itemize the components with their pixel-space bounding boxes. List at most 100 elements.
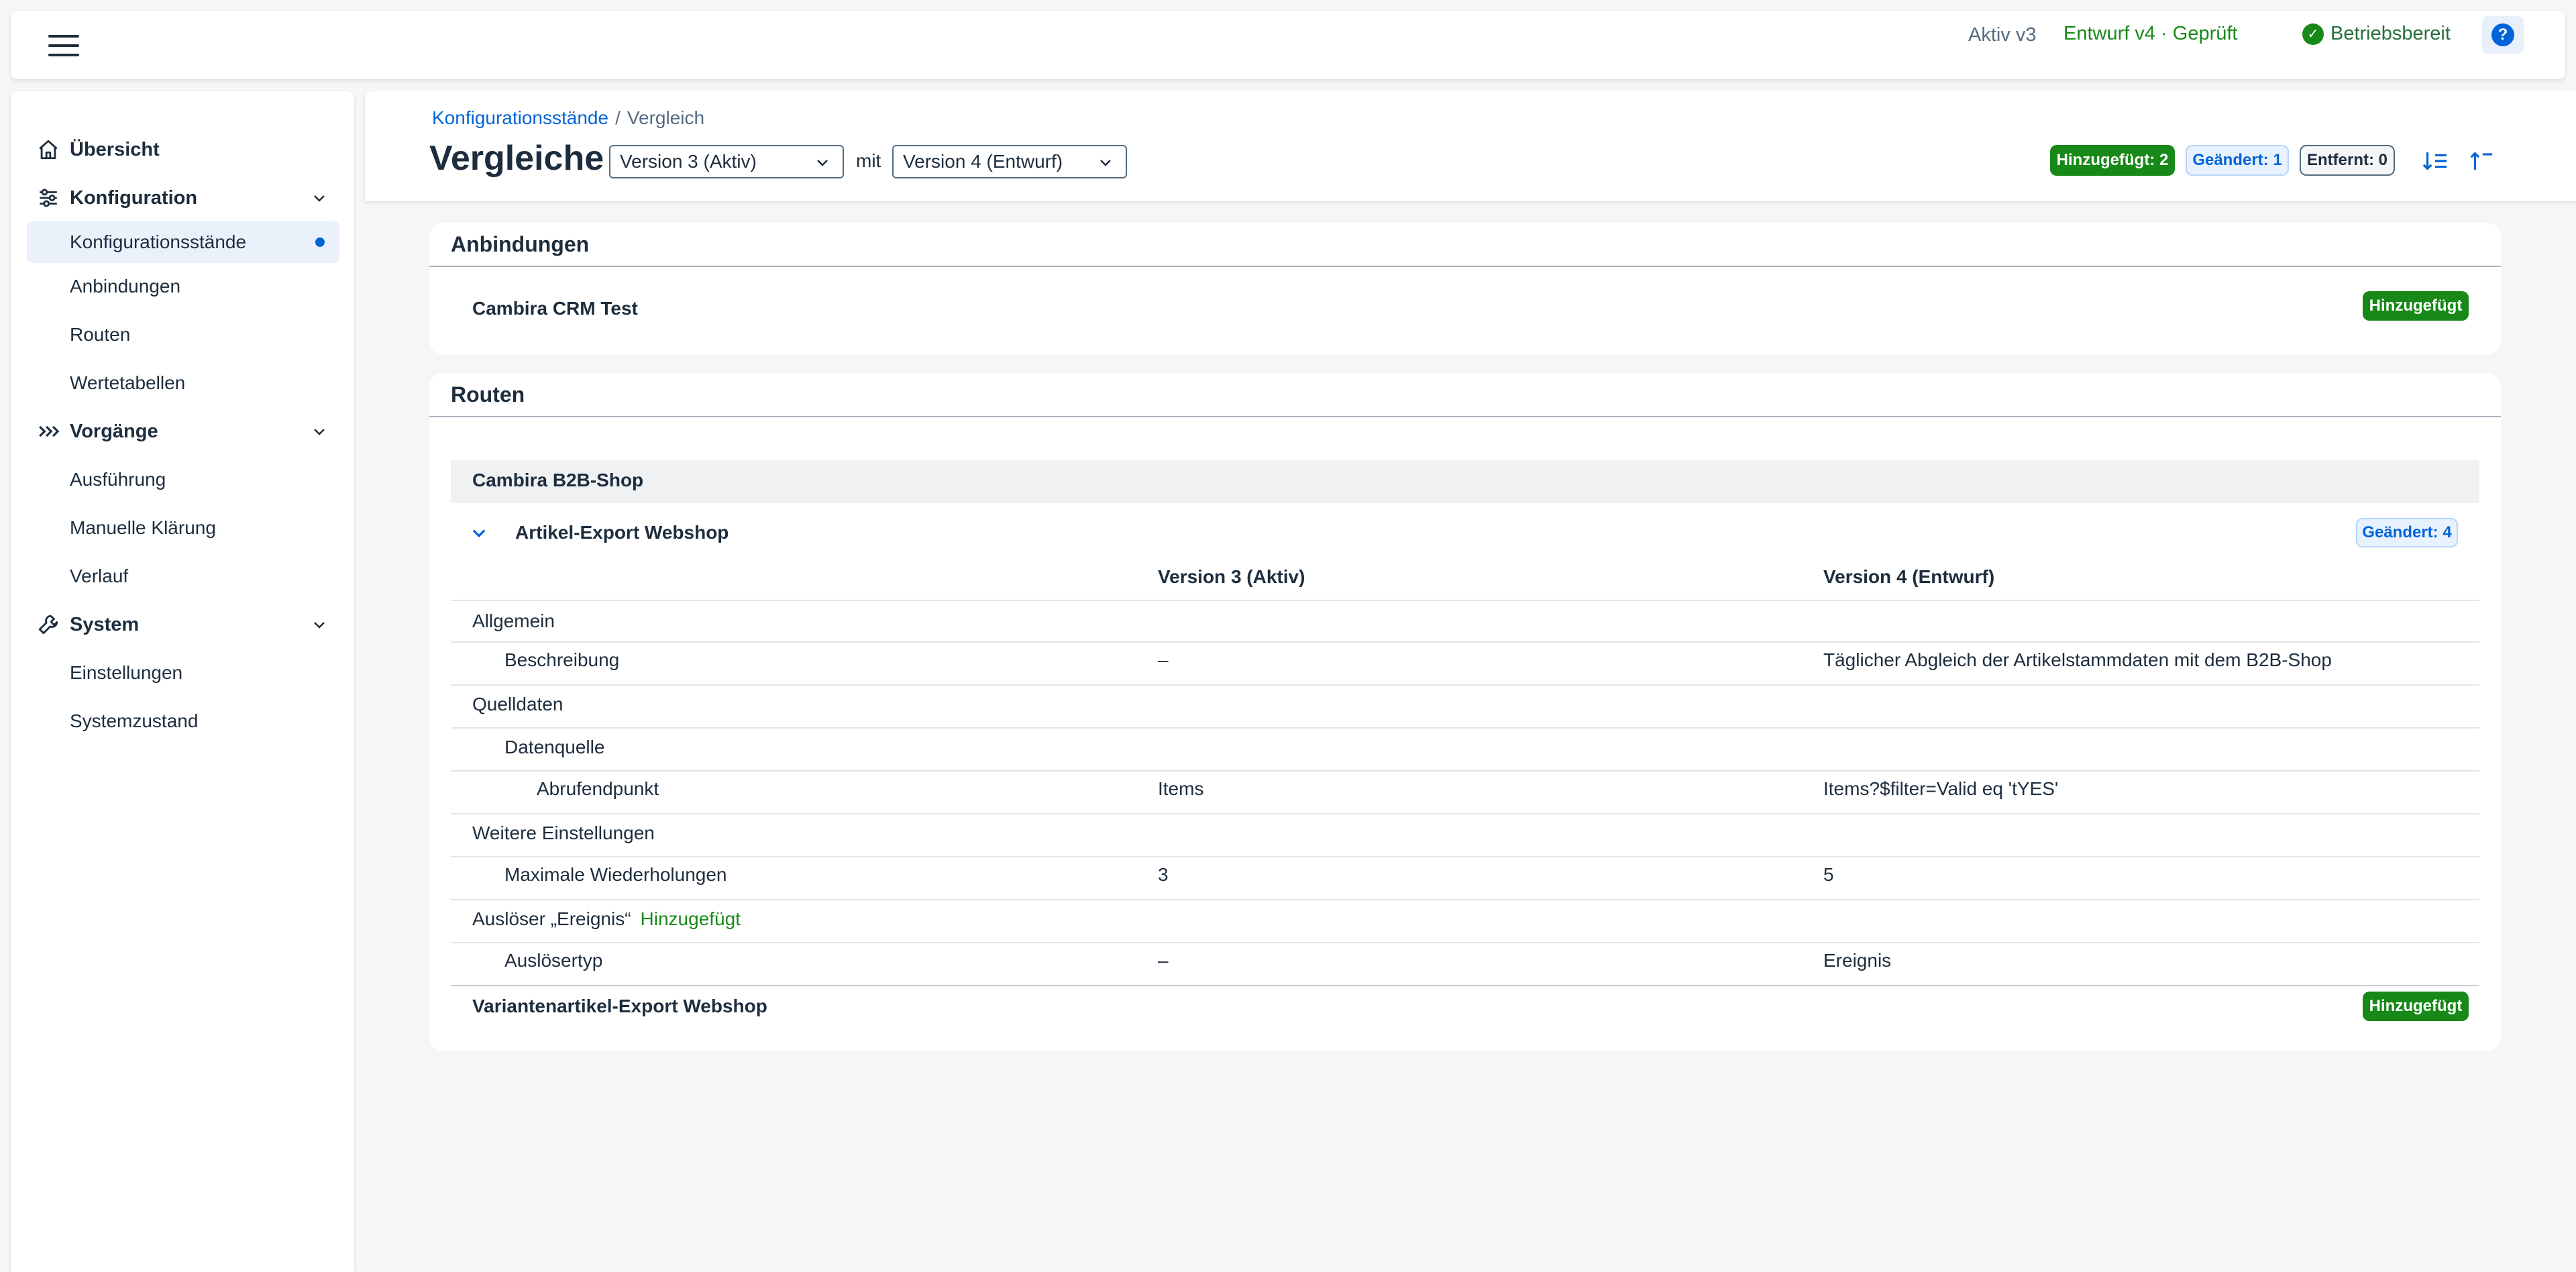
field-row-label: Auslösertyp — [504, 950, 603, 971]
field-row-v3: – — [1158, 950, 1169, 971]
chevron-down-icon — [1100, 160, 1111, 166]
collapse-all-icon[interactable] — [2467, 149, 2494, 173]
sidebar-item-label: Konfiguration — [70, 187, 198, 209]
sidebar-item-vorgaenge[interactable]: Vorgänge — [11, 415, 354, 448]
sidebar-item-label: Anbindungen — [70, 276, 181, 297]
sidebar-item-wertetabellen[interactable]: Wertetabellen — [11, 366, 354, 400]
version-to-select[interactable]: Version 4 (Entwurf) — [892, 145, 1127, 178]
chevron-down-icon[interactable] — [311, 190, 327, 206]
expand-all-icon[interactable] — [2422, 149, 2449, 173]
sidebar-item-einstellungen[interactable]: Einstellungen — [11, 656, 354, 690]
added-count-badge[interactable]: Hinzugefügt: 2 — [2050, 145, 2175, 176]
version-from-select[interactable]: Version 3 (Aktiv) — [609, 145, 844, 178]
help-button[interactable]: ? — [2482, 16, 2524, 54]
menu-icon[interactable] — [48, 35, 79, 56]
row-divider — [451, 641, 2479, 643]
version-from-value: Version 3 (Aktiv) — [620, 151, 757, 172]
sidebar-item-konfiguration[interactable]: Konfiguration — [11, 181, 354, 215]
route-name[interactable]: Artikel-Export Webshop — [515, 522, 729, 543]
field-row-v4: Items?$filter=Valid eq 'tYES' — [1823, 778, 2059, 799]
sidebar-item-label: Systemzustand — [70, 710, 199, 731]
sidebar-item-label: Übersicht — [70, 138, 160, 160]
section-row-label: Quelldaten — [472, 694, 564, 714]
row-divider — [451, 942, 2479, 943]
sidebar-item-system[interactable]: System — [11, 608, 354, 641]
chevron-down-icon[interactable] — [311, 423, 327, 439]
sidebar-item-label: Einstellungen — [70, 662, 183, 683]
row-divider — [451, 727, 2479, 729]
added-inline-label: Hinzugefügt — [640, 908, 741, 929]
breadcrumb-current: Vergleich — [627, 107, 705, 128]
field-row-v4: Täglicher Abgleich der Artikelstammdaten… — [1823, 649, 2332, 670]
sidebar-item-manuelle-klaerung[interactable]: Manuelle Klärung — [11, 511, 354, 545]
column-header-v3: Version 3 (Aktiv) — [1158, 566, 1305, 587]
sidebar-item-label: Ausführung — [70, 469, 166, 490]
sidebar-item-konfigurationsstaende[interactable]: Konfigurationsstände — [27, 221, 339, 263]
section-divider — [429, 416, 2501, 417]
changed-count-badge[interactable]: Geändert: 1 — [2186, 145, 2289, 176]
added-badge: Hinzugefügt — [2363, 291, 2469, 321]
route-group-header — [451, 460, 2479, 503]
draft-version-label: Entwurf v4 · Geprüft — [2063, 23, 2238, 44]
row-divider — [451, 985, 2479, 986]
sliders-icon — [36, 186, 60, 210]
section-title-routen: Routen — [451, 382, 525, 407]
sidebar-item-systemzustand[interactable]: Systemzustand — [11, 704, 354, 738]
row-divider — [451, 856, 2479, 857]
sidebar: Übersicht Konfiguration Konfigurationsst… — [11, 91, 354, 1272]
field-row-v3: – — [1158, 649, 1169, 670]
sidebar-item-uebersicht[interactable]: Übersicht — [11, 133, 354, 166]
anbindungen-card: Anbindungen Cambira CRM Test Hinzugefügt — [429, 223, 2501, 354]
section-row-label: Auslöser „Ereignis“ — [472, 908, 631, 929]
removed-count-badge[interactable]: Entfernt: 0 — [2300, 145, 2395, 176]
breadcrumb-separator: / — [615, 107, 621, 128]
row-divider — [451, 813, 2479, 814]
section-row-trigger: Auslöser „Ereignis“ Hinzugefügt — [472, 908, 741, 930]
breadcrumb-link-konfigurationsstaende[interactable]: Konfigurationsstände — [432, 107, 608, 129]
section-title-anbindungen: Anbindungen — [451, 232, 590, 256]
sidebar-item-label: Routen — [70, 324, 131, 345]
chevron-down-icon — [817, 160, 828, 166]
field-row-label: Maximale Wiederholungen — [504, 864, 727, 885]
route-group-name: Cambira B2B-Shop — [472, 470, 644, 490]
compare-with-label: mit — [856, 150, 881, 171]
ready-status-label: Betriebsbereit — [2330, 23, 2451, 44]
section-row-label: Weitere Einstellungen — [472, 823, 655, 843]
sidebar-item-label: Wertetabellen — [70, 372, 186, 393]
row-divider — [451, 770, 2479, 772]
sidebar-item-verlauf[interactable]: Verlauf — [11, 560, 354, 593]
sidebar-item-label: Konfigurationsstände — [70, 231, 247, 252]
help-icon: ? — [2491, 23, 2514, 46]
row-divider — [451, 600, 2479, 601]
chevron-down-icon[interactable] — [470, 523, 488, 542]
field-row-v3: Items — [1158, 778, 1204, 799]
connection-name[interactable]: Cambira CRM Test — [472, 298, 638, 319]
home-icon — [36, 138, 60, 162]
page-header: Konfigurationsstände / Vergleich Verglei… — [365, 91, 2576, 201]
sidebar-item-label: Verlauf — [70, 566, 129, 586]
page-title: Vergleiche — [429, 139, 604, 178]
section-row-label: Allgemein — [472, 611, 555, 631]
sidebar-item-label: Vorgänge — [70, 420, 158, 442]
sidebar-item-label: Manuelle Klärung — [70, 517, 216, 538]
check-circle-icon: ✓ — [2302, 23, 2324, 45]
active-version-label: Aktiv v3 — [1968, 24, 2037, 46]
routen-card: Routen Cambira B2B-Shop Artikel-Export W… — [429, 373, 2501, 1051]
route-name[interactable]: Variantenartikel-Export Webshop — [472, 996, 767, 1017]
sidebar-item-ausfuehrung[interactable]: Ausführung — [11, 463, 354, 496]
double-chevron-right-icon — [36, 419, 60, 443]
chevron-down-icon[interactable] — [311, 617, 327, 633]
section-divider — [429, 266, 2501, 267]
changed-badge: Geändert: 4 — [2356, 518, 2458, 547]
added-badge: Hinzugefügt — [2363, 992, 2469, 1021]
row-divider — [451, 684, 2479, 686]
column-header-v4: Version 4 (Entwurf) — [1823, 566, 1995, 587]
subsection-row-label: Datenquelle — [504, 737, 605, 757]
field-row-v4: Ereignis — [1823, 950, 1892, 971]
main-content: Konfigurationsstände / Vergleich Verglei… — [365, 91, 2576, 1272]
sidebar-item-routen[interactable]: Routen — [11, 318, 354, 352]
sidebar-item-anbindungen[interactable]: Anbindungen — [11, 270, 354, 303]
shell-bar — [11, 11, 2565, 79]
version-to-value: Version 4 (Entwurf) — [903, 151, 1063, 172]
selected-indicator — [315, 237, 325, 247]
